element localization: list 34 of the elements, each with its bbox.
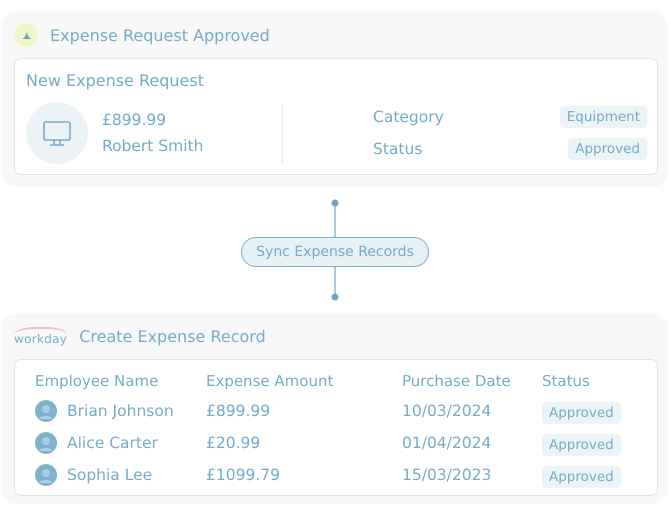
field-tag: Equipment	[560, 106, 647, 128]
table-cell-text: 10/03/2024	[402, 402, 492, 420]
column-header: Status	[542, 372, 591, 390]
table-cell-text: £20.99	[206, 434, 262, 452]
column-header: Purchase Date	[402, 372, 512, 390]
sync-step-button[interactable]: Sync Expense Records	[241, 237, 429, 267]
workday-logo: workday	[14, 326, 68, 346]
connector-line	[331, 199, 339, 237]
column-header: Employee Name	[35, 372, 160, 390]
card-title: New Expense Request	[26, 71, 205, 90]
table-cell-text: £1099.79	[206, 466, 281, 484]
table-cell-text: £899.99	[206, 402, 272, 420]
status-tag: Approved	[542, 434, 621, 456]
avatar-icon	[35, 464, 57, 486]
table-cell-text: 15/03/2023	[402, 466, 492, 484]
monitor-icon	[26, 102, 88, 164]
avatar-icon	[35, 432, 57, 454]
field-tag: Approved	[568, 138, 647, 160]
table-cell: Sophia Lee	[67, 466, 152, 484]
column-header: Expense Amount	[206, 372, 334, 390]
table-cell-text: 01/04/2024	[402, 434, 492, 452]
app-icon	[14, 23, 38, 47]
avatar-icon	[35, 400, 57, 422]
connector-line	[331, 267, 339, 301]
panel-title: Expense Request Approved	[50, 26, 270, 44]
status-tag: Approved	[542, 466, 621, 488]
requester-name: Robert Smith	[102, 137, 204, 155]
field-label: Category	[373, 108, 444, 126]
panel-title: Create Expense Record	[79, 326, 266, 346]
status-tag: Approved	[542, 402, 621, 424]
amount-text: £899.99	[102, 111, 168, 129]
table-cell: Alice Carter	[67, 434, 158, 452]
field-label: Status	[373, 140, 422, 158]
table-cell: Brian Johnson	[67, 402, 174, 420]
